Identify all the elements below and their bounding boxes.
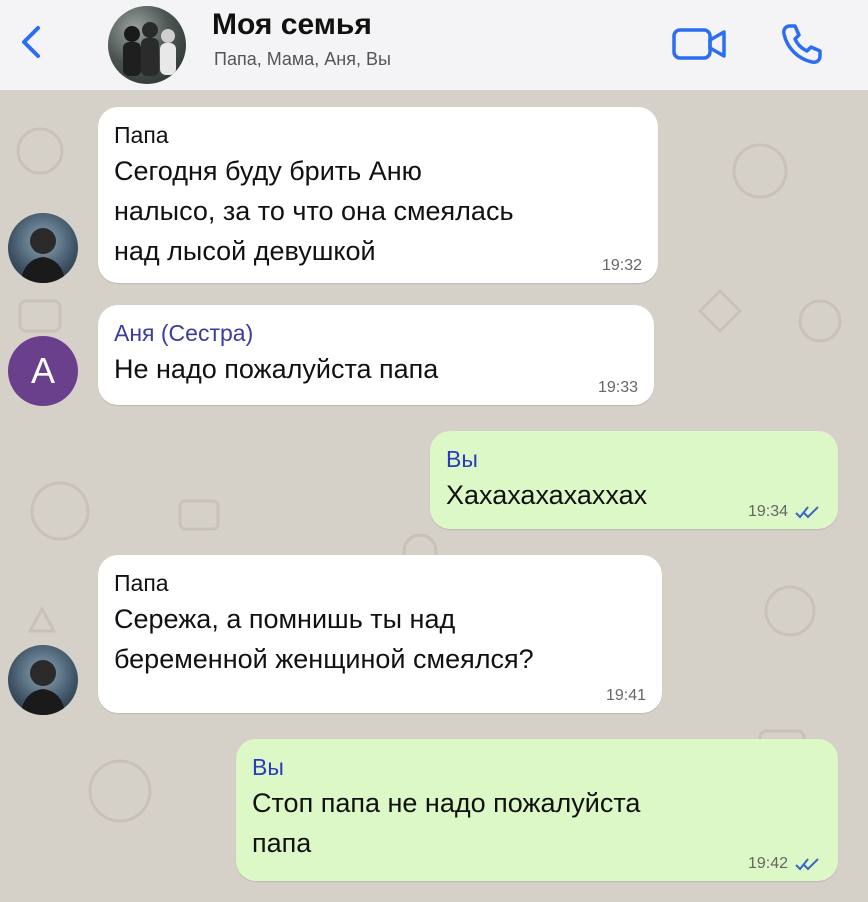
papa-avatar[interactable] <box>8 645 78 715</box>
message-text: над лысой девушкой <box>114 236 376 266</box>
chat-members: Папа, Мама, Аня, Вы <box>214 49 391 69</box>
read-receipt-icon <box>795 858 819 871</box>
sender-name: Вы <box>446 446 478 472</box>
anya-avatar[interactable]: А <box>8 336 78 406</box>
message-text: Сегодня буду брить Аню <box>114 156 422 186</box>
sender-name: Аня (Сестра) <box>114 320 254 346</box>
message-bubble[interactable]: Папа Сегодня буду брить Аню налысо, за т… <box>98 107 658 283</box>
message-list[interactable]: Папа Сегодня буду брить Аню налысо, за т… <box>0 91 868 902</box>
chevron-left-icon <box>22 26 40 58</box>
voice-call-button[interactable] <box>776 18 828 70</box>
group-avatar[interactable] <box>108 6 186 84</box>
message-bubble[interactable]: Вы Стоп папа не надо пожалуйста папа 19:… <box>236 739 838 881</box>
message-time: 19:41 <box>605 687 646 704</box>
message-text: Сережа, а помнишь ты над <box>114 604 456 634</box>
phone-icon <box>782 24 822 64</box>
message-text: папа <box>252 828 312 858</box>
message-time: 19:42 <box>747 855 788 872</box>
message-bubble[interactable]: Папа Сережа, а помнишь ты над беременной… <box>98 555 662 713</box>
message-text: Стоп папа не надо пожалуйста <box>252 788 641 818</box>
sender-name: Папа <box>114 570 169 596</box>
message-text: налысо, за то что она смеялась <box>114 196 514 226</box>
sender-name: Папа <box>114 122 169 148</box>
message-text: Не надо пожалуйста папа <box>114 354 439 384</box>
message-time: 19:33 <box>597 379 638 396</box>
read-receipt-icon <box>795 506 819 519</box>
back-button[interactable] <box>12 22 52 62</box>
sender-name: Вы <box>252 754 284 780</box>
message-time: 19:32 <box>601 257 642 274</box>
papa-avatar[interactable] <box>8 213 78 283</box>
message-bubble[interactable]: Вы Хахахахахаххах 19:34 <box>430 431 838 529</box>
message-bubble[interactable]: Аня (Сестра) Не надо пожалуйста папа 19:… <box>98 305 654 405</box>
message-text: беременной женщиной смеялся? <box>114 644 534 674</box>
video-call-button[interactable] <box>668 22 732 66</box>
video-call-icon <box>672 28 726 60</box>
chat-title[interactable]: Моя семья <box>212 8 372 42</box>
chat-header: Моя семья Папа, Мама, Аня, Вы <box>0 0 868 91</box>
message-time: 19:34 <box>747 503 788 520</box>
